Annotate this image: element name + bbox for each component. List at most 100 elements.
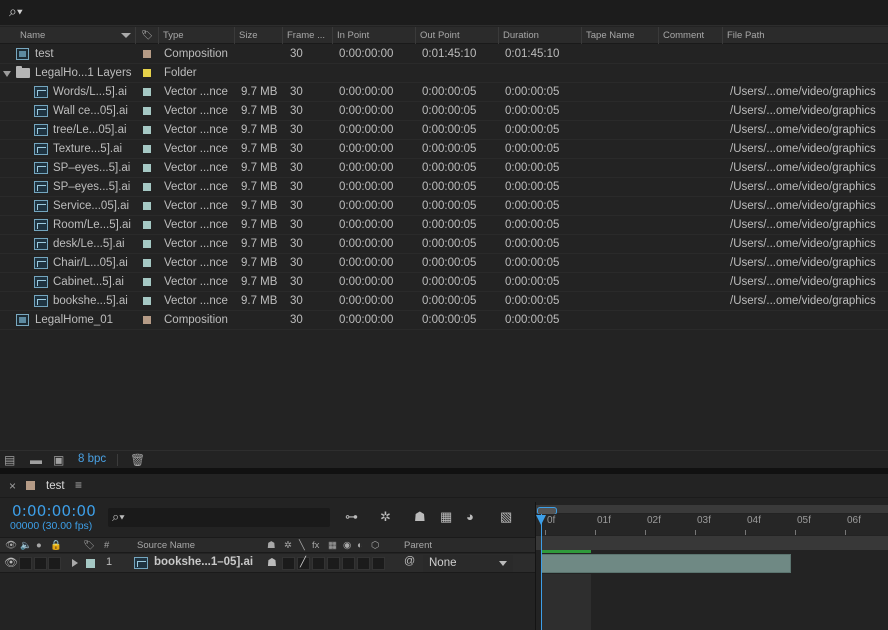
parent-dropdown[interactable]: None (423, 555, 513, 572)
label-color-swatch[interactable] (143, 278, 151, 286)
quality-switch-icon[interactable]: ╲ (299, 538, 305, 553)
work-area-bar[interactable] (536, 536, 888, 550)
project-item-row[interactable]: SP–eyes...5].ai Vector ...nce 9.7 MB 30 0:00… (0, 178, 888, 197)
current-time-indicator[interactable] (541, 514, 542, 630)
timeline-layer-row[interactable]: 👁 1 bookshe...1–05].ai ☗ ╱ @ None (0, 554, 535, 573)
label-color-swatch[interactable] (143, 202, 151, 210)
project-item-row[interactable]: tree/Le...05].ai Vector ...nce 9.7 MB 30 0:0… (0, 121, 888, 140)
quality-switch[interactable]: ╱ (297, 557, 310, 570)
item-name[interactable]: Texture...5].ai (53, 140, 135, 159)
eye-icon[interactable]: 👁 (5, 538, 17, 553)
project-item-row[interactable]: Words/L...5].ai Vector ...nce 9.7 MB 30 0:00… (0, 83, 888, 102)
item-name[interactable]: Cabinet...5].ai (53, 273, 135, 292)
project-item-row[interactable]: desk/Le...5].ai Vector ...nce 9.7 MB 30 0:00… (0, 235, 888, 254)
sort-arrow-icon[interactable] (121, 33, 131, 38)
panel-menu-icon[interactable]: ≡ (75, 478, 82, 492)
column-in-point[interactable]: In Point (333, 27, 416, 44)
label-color-swatch[interactable] (143, 164, 151, 172)
column-name[interactable]: Name (16, 27, 136, 44)
shy-layers-icon[interactable]: ☗ (414, 509, 426, 525)
project-item-row[interactable]: Cabinet...5].ai Vector ...nce 9.7 MB 30 0:00… (0, 273, 888, 292)
item-name[interactable]: Wall ce...05].ai (53, 102, 135, 121)
label-color-swatch[interactable] (143, 221, 151, 229)
3d-layer-switch[interactable] (372, 557, 385, 570)
item-name[interactable]: SP–eyes...5].ai (53, 159, 135, 178)
bit-depth-button[interactable]: 8 bpc (78, 453, 106, 465)
item-name[interactable]: test (35, 45, 135, 64)
shy-switch-icon[interactable]: ☗ (267, 556, 277, 569)
expand-triangle-icon[interactable] (3, 71, 11, 77)
item-name[interactable]: Service...05].ai (53, 197, 135, 216)
label-color-swatch[interactable] (143, 316, 151, 324)
motion-blur-switch[interactable] (342, 557, 355, 570)
label-color-swatch[interactable] (143, 297, 151, 305)
column-size[interactable]: Size (235, 27, 283, 44)
time-ruler[interactable]: 0f01f02f03f04f05f06f0 (536, 514, 888, 535)
label-tag-icon[interactable]: 🏷 (83, 538, 95, 553)
label-color-swatch[interactable] (143, 50, 151, 58)
draft-3d-icon[interactable]: ✲ (380, 509, 391, 525)
label-color-swatch[interactable] (143, 145, 151, 153)
new-composition-icon[interactable]: ▣ (53, 453, 64, 467)
shy-switch-icon[interactable]: ☗ (267, 538, 276, 553)
project-item-row[interactable]: Chair/L...05].ai Vector ...nce 9.7 MB 30 0:0… (0, 254, 888, 273)
project-item-row[interactable]: test Composition 30 0:00:00:00 0:01:45:10 0:0… (0, 45, 888, 64)
column-type[interactable]: Type (159, 27, 235, 44)
column-out-point[interactable]: Out Point (416, 27, 499, 44)
project-item-row[interactable]: Texture...5].ai Vector ...nce 9.7 MB 30 0:00… (0, 140, 888, 159)
item-name[interactable]: Room/Le...5].ai (53, 216, 135, 235)
item-name[interactable]: SP–eyes...5].ai (53, 178, 135, 197)
label-color-swatch[interactable] (143, 183, 151, 191)
expand-triangle-icon[interactable] (72, 559, 78, 567)
item-name[interactable]: desk/Le...5].ai (53, 235, 135, 254)
timeline-search-input[interactable]: ⌕▾ (108, 508, 330, 527)
comp-flowchart-icon[interactable]: ⊶ (345, 509, 358, 525)
motion-blur-switch-icon[interactable]: ◉ (343, 538, 351, 553)
solo-icon[interactable]: ● (36, 538, 42, 553)
lock-toggle[interactable] (48, 557, 61, 570)
item-name[interactable]: LegalHome_01 (35, 311, 135, 330)
column-tape-name[interactable]: Tape Name (582, 27, 659, 44)
current-timecode[interactable]: 0:00:00:00 (12, 502, 96, 520)
collapse-switch[interactable] (282, 557, 295, 570)
time-navigator[interactable] (536, 505, 888, 515)
column-frame-rate[interactable]: Frame ... (283, 27, 333, 44)
frame-blend-switch-icon[interactable]: ▦ (328, 538, 337, 553)
collapse-switch-icon[interactable]: ✲ (284, 538, 292, 553)
label-color-swatch[interactable] (143, 259, 151, 267)
column-file-path[interactable]: File Path (723, 27, 888, 44)
effects-switch[interactable] (312, 557, 325, 570)
project-search-bar[interactable]: ⌕▾ (0, 0, 888, 26)
layer-duration-bar[interactable] (541, 554, 791, 573)
item-name[interactable]: Words/L...5].ai (53, 83, 135, 102)
project-item-row[interactable]: LegalHo...1 Layers Folder (0, 64, 888, 83)
project-item-row[interactable]: bookshe...5].ai Vector ...nce 9.7 MB 30 0:00… (0, 292, 888, 311)
project-item-row[interactable]: Room/Le...5].ai Vector ...nce 9.7 MB 30 0:00… (0, 216, 888, 235)
column-comment[interactable]: Comment (659, 27, 723, 44)
motion-blur-icon[interactable]: ◕ (466, 509, 474, 524)
layer-source-name[interactable]: bookshe...1–05].ai (154, 556, 253, 568)
label-color-swatch[interactable] (143, 240, 151, 248)
adjustment-switch[interactable] (357, 557, 370, 570)
source-name-header[interactable]: Source Name (137, 538, 195, 553)
label-color-swatch[interactable] (143, 126, 151, 134)
visibility-eye-icon[interactable]: 👁 (4, 556, 18, 569)
item-name[interactable]: Chair/L...05].ai (53, 254, 135, 273)
label-color-swatch[interactable] (143, 107, 151, 115)
frame-blend-switch[interactable] (327, 557, 340, 570)
project-item-row[interactable]: LegalHome_01 Composition 30 0:00:00:00 0:00:… (0, 311, 888, 330)
lock-icon[interactable]: 🔒 (50, 538, 62, 553)
label-color-swatch[interactable] (143, 69, 151, 77)
audio-toggle[interactable] (19, 557, 32, 570)
tab-test[interactable]: test (46, 480, 65, 492)
time-ruler-area[interactable]: 0f01f02f03f04f05f06f0 (535, 502, 888, 630)
new-folder-icon[interactable]: ▬ (30, 453, 42, 467)
project-item-row[interactable]: SP–eyes...5].ai Vector ...nce 9.7 MB 30 0:00… (0, 159, 888, 178)
layer-label-color[interactable] (86, 559, 95, 568)
label-color-swatch[interactable] (143, 88, 151, 96)
project-item-row[interactable]: Wall ce...05].ai Vector ...nce 9.7 MB 30 0:0… (0, 102, 888, 121)
column-label-tag[interactable]: 🏷 (137, 27, 159, 44)
frame-blending-icon[interactable]: ▦ (440, 509, 452, 525)
effects-switch-icon[interactable]: fx (312, 538, 319, 553)
trash-icon[interactable]: 🗑 (130, 453, 145, 467)
